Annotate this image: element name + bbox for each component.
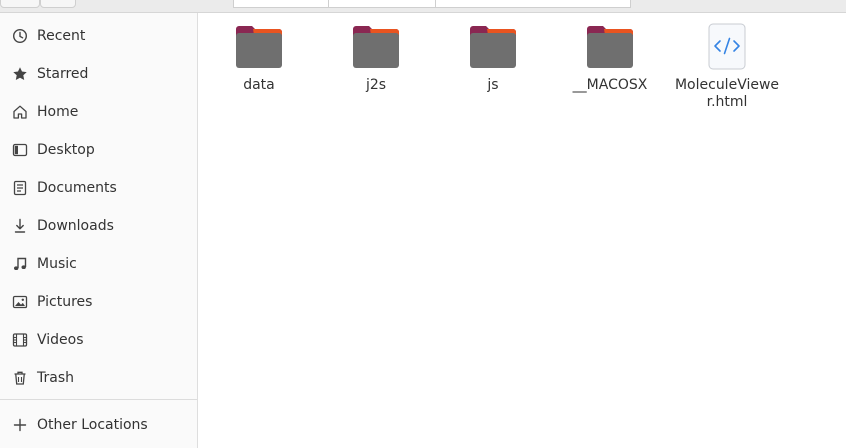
download-icon [11,217,29,235]
folder-icon [236,26,282,68]
trash-icon [11,369,29,387]
clock-icon [11,27,29,45]
sidebar: Recent Starred Home Desktop Documents Do… [0,13,198,448]
sidebar-item-label: Other Locations [37,417,148,433]
path-segment[interactable] [328,0,436,8]
code-file-icon [708,23,746,70]
sidebar-item-label: Videos [37,332,84,348]
path-segment[interactable] [233,0,329,8]
folder-item[interactable]: j2s [321,21,431,121]
sidebar-item-label: Recent [37,28,86,44]
sidebar-item-label: Trash [37,370,74,386]
folder-item[interactable]: __MACOSX [555,21,665,121]
plus-icon [11,416,29,434]
header-bar [0,0,846,13]
file-name: MoleculeViewer.html [674,77,780,110]
sidebar-item-label: Downloads [37,218,114,234]
forward-button[interactable] [40,0,76,8]
folder-item[interactable]: js [438,21,548,121]
video-icon [11,331,29,349]
path-segment[interactable] [435,0,631,8]
sidebar-item-label: Pictures [37,294,93,310]
sidebar-item-trash[interactable]: Trash [0,361,197,395]
sidebar-item-music[interactable]: Music [0,247,197,281]
sidebar-item-home[interactable]: Home [0,95,197,129]
file-name: j2s [365,77,387,93]
document-icon [11,179,29,197]
star-icon [11,65,29,83]
sidebar-item-starred[interactable]: Starred [0,57,197,91]
folder-item[interactable]: data [204,21,314,121]
sidebar-item-label: Home [37,104,79,120]
sidebar-item-label: Music [37,256,77,272]
sidebar-item-videos[interactable]: Videos [0,323,197,357]
sidebar-item-label: Documents [37,180,117,196]
folder-icon [587,26,633,68]
sidebar-item-label: Desktop [37,142,95,158]
file-name: __MACOSX [572,77,648,93]
back-button[interactable] [0,0,40,8]
sidebar-item-recent[interactable]: Recent [0,19,197,53]
file-name: data [243,77,275,93]
file-name: js [487,77,499,93]
sidebar-item-documents[interactable]: Documents [0,171,197,205]
file-grid: data j2s js __MACOSX MoleculeViewer.html [198,13,846,448]
sidebar-item-other-locations[interactable]: Other Locations [0,408,197,442]
sidebar-item-label: Starred [37,66,89,82]
home-icon [11,103,29,121]
sidebar-item-desktop[interactable]: Desktop [0,133,197,167]
folder-icon [353,26,399,68]
music-icon [11,255,29,273]
pictures-icon [11,293,29,311]
html-file-item[interactable]: MoleculeViewer.html [672,21,782,121]
sidebar-item-downloads[interactable]: Downloads [0,209,197,243]
sidebar-item-pictures[interactable]: Pictures [0,285,197,319]
desktop-icon [11,141,29,159]
folder-icon [470,26,516,68]
sidebar-divider [0,399,197,400]
